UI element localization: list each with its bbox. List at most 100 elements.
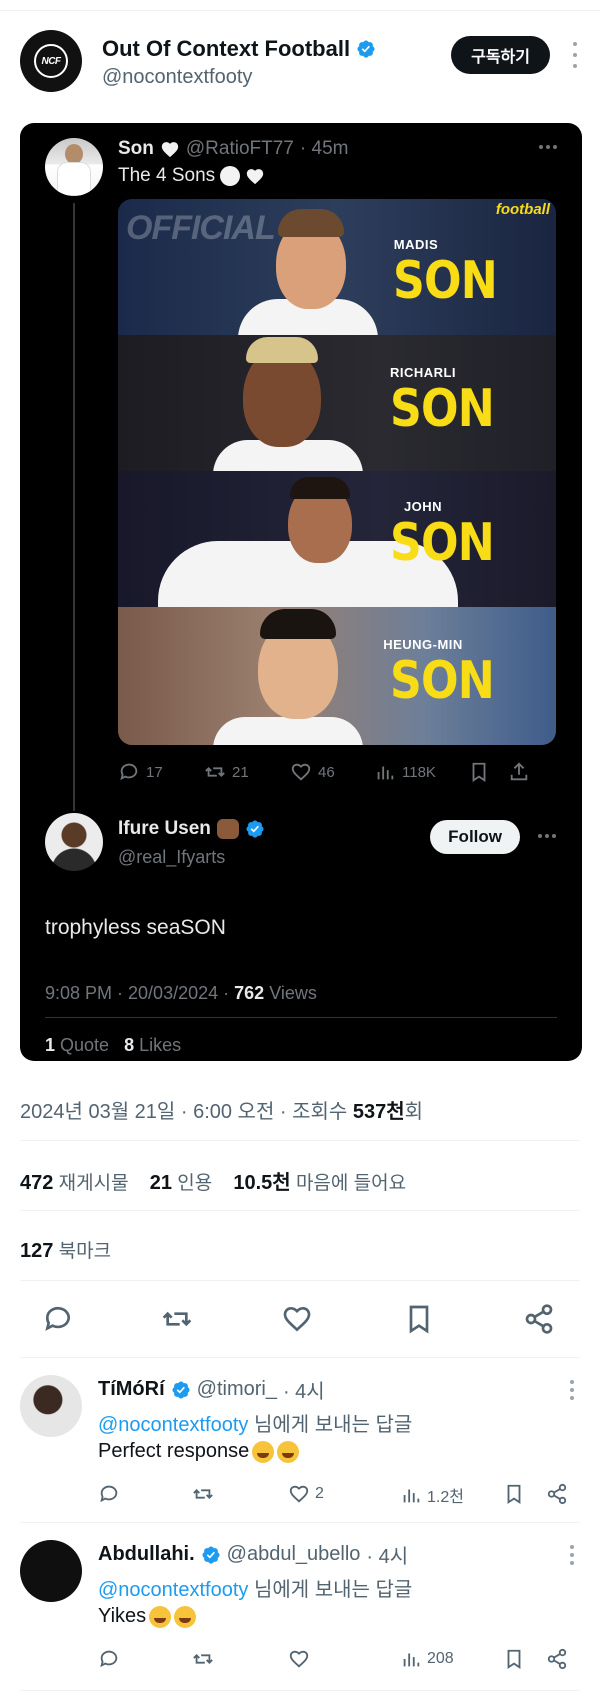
reply-more-icon[interactable] — [538, 834, 556, 838]
repost-icon — [193, 1489, 213, 1499]
likes-count-link[interactable]: Likes — [139, 1035, 181, 1055]
bookmarks-stat: 127 북마크 — [20, 1240, 112, 1262]
divider — [20, 1690, 580, 1691]
reply-handle[interactable]: @timori_ — [197, 1378, 277, 1401]
laughing-emoji-icon — [149, 1605, 172, 1628]
engagement-stats: 472 재게시물 21 인용 10.5천 마음에 들어요 — [20, 1172, 407, 1194]
account-avatar[interactable]: NCF — [20, 30, 82, 92]
reply-author-avatar[interactable] — [45, 813, 103, 871]
quoted-avatar[interactable] — [45, 138, 103, 196]
reply-item[interactable]: Abdullahi. @abdul_ubello · 4시 @nocontext… — [0, 1535, 600, 1685]
top-divider — [0, 10, 600, 11]
more-options-icon[interactable] — [570, 42, 580, 68]
reply-reply-button[interactable] — [98, 1483, 120, 1505]
reply-avatar[interactable] — [20, 1540, 82, 1602]
laughing-emoji-icon — [174, 1605, 197, 1628]
quoted-more-icon[interactable] — [539, 145, 557, 149]
football-watermark: football — [495, 201, 550, 218]
replying-to: @nocontextfooty 님에게 보내는 답글 — [98, 1579, 413, 1601]
reply-more-icon[interactable] — [570, 1380, 574, 1400]
views-count[interactable]: 537천 — [353, 1101, 405, 1123]
reply-share-button[interactable] — [546, 1648, 568, 1670]
account-name[interactable]: Out Of Context Football — [102, 36, 350, 62]
bookmark-button[interactable] — [403, 1303, 437, 1337]
quoted-reply-button[interactable]: 17 — [118, 761, 163, 783]
reply-bookmark-button[interactable] — [503, 1483, 525, 1505]
reply-name[interactable]: TíMóRí — [98, 1378, 165, 1401]
quoted-time: · 45m — [299, 138, 349, 159]
account-handle[interactable]: @nocontextfooty — [102, 66, 252, 89]
divider — [20, 1210, 580, 1211]
reply-bookmark-button[interactable] — [503, 1648, 525, 1670]
reply-item[interactable]: TíMóRí @timori_ · 4시 @nocontextfooty 님에게… — [0, 1370, 600, 1520]
reply-text-row: Perfect response — [98, 1440, 300, 1463]
quoted-bookmark-button[interactable] — [468, 761, 490, 783]
follow-button[interactable]: Follow — [430, 820, 520, 854]
bookmarks-count[interactable]: 127 — [20, 1240, 53, 1262]
raised-fist-icon — [216, 819, 239, 839]
replying-to-link[interactable]: @nocontextfooty — [98, 1579, 248, 1601]
white-circle-icon — [220, 166, 241, 186]
panel-john: JOHN SON — [118, 471, 556, 607]
reply-reply-button[interactable] — [98, 1648, 120, 1670]
like-button[interactable] — [281, 1303, 315, 1337]
reply-icon — [45, 1306, 70, 1331]
reply-icon — [120, 763, 138, 781]
laughing-emoji-icon — [252, 1440, 275, 1463]
heart-icon — [291, 763, 311, 781]
panel-background-text: OFFICIAL — [126, 209, 276, 247]
replying-to-link[interactable]: @nocontextfooty — [98, 1414, 248, 1436]
likes-count[interactable]: 10.5천 — [233, 1172, 290, 1194]
quote-count-link[interactable]: Quote — [60, 1035, 109, 1055]
reply-avatar[interactable] — [20, 1375, 82, 1437]
quoted-repost-button[interactable]: 21 — [204, 761, 249, 783]
bookmark-icon — [507, 1649, 521, 1669]
reposts-count[interactable]: 472 — [20, 1172, 53, 1194]
reply-views-button[interactable]: 208 — [400, 1648, 454, 1670]
reply-time: · 4시 — [366, 1546, 409, 1568]
heart-icon — [289, 1650, 309, 1668]
reply-name[interactable]: Abdullahi. — [98, 1543, 195, 1566]
reply-button[interactable] — [42, 1303, 76, 1337]
post-header: NCF Out Of Context Football @nocontextfo… — [20, 30, 580, 94]
verified-badge-icon — [357, 40, 375, 58]
logo-text: NCF — [34, 44, 68, 78]
white-heart-icon — [161, 142, 179, 158]
bookmark-icon — [472, 762, 486, 782]
panel-first-name: HEUNG-MIN — [383, 637, 463, 652]
repost-button[interactable] — [161, 1303, 195, 1337]
share-button[interactable] — [523, 1303, 557, 1337]
heart-icon — [283, 1306, 311, 1332]
white-heart-icon — [246, 169, 264, 185]
account-name-row[interactable]: Out Of Context Football — [102, 36, 376, 62]
reply-handle[interactable]: @abdul_ubello — [227, 1543, 361, 1566]
reply-icon — [100, 1650, 118, 1668]
reply-like-button[interactable]: 2 — [288, 1483, 324, 1505]
panel-son-text: SON — [390, 379, 495, 439]
reply-author-name[interactable]: Ifure Usen — [118, 818, 211, 840]
reply-like-button[interactable] — [288, 1648, 315, 1670]
quoted-name[interactable]: Son — [118, 138, 154, 160]
verified-badge-icon — [172, 1380, 190, 1399]
panel-first-name: RICHARLI — [389, 365, 457, 380]
reply-author-handle[interactable]: @real_Ifyarts — [118, 847, 225, 868]
reply-repost-button[interactable] — [192, 1483, 214, 1505]
divider — [45, 1017, 557, 1018]
divider — [20, 1357, 580, 1358]
reply-share-button[interactable] — [546, 1483, 568, 1505]
quoted-views-button[interactable]: 118K — [374, 761, 436, 783]
quoted-handle[interactable]: @RatioFT77 — [186, 138, 294, 160]
reply-views-button[interactable]: 1.2천 — [400, 1483, 464, 1507]
quoted-like-button[interactable]: 46 — [290, 761, 335, 783]
quoted-share-button[interactable] — [508, 761, 530, 783]
reply-repost-button[interactable] — [192, 1648, 214, 1670]
share-icon — [510, 762, 528, 781]
divider — [20, 1522, 580, 1523]
post-timestamp-views: 2024년 03월 21일 · 6:00 오전 · 조회수 537천회 — [20, 1101, 424, 1123]
subscribe-button[interactable]: 구독하기 — [451, 36, 550, 74]
reply-author-row: Ifure Usen — [118, 818, 265, 840]
sons-collage-image[interactable]: OFFICIAL football MADIS SON RICHARLI SON… — [118, 199, 556, 745]
thread-line — [73, 203, 75, 811]
quotes-count[interactable]: 21 — [150, 1172, 172, 1194]
reply-more-icon[interactable] — [570, 1545, 574, 1565]
